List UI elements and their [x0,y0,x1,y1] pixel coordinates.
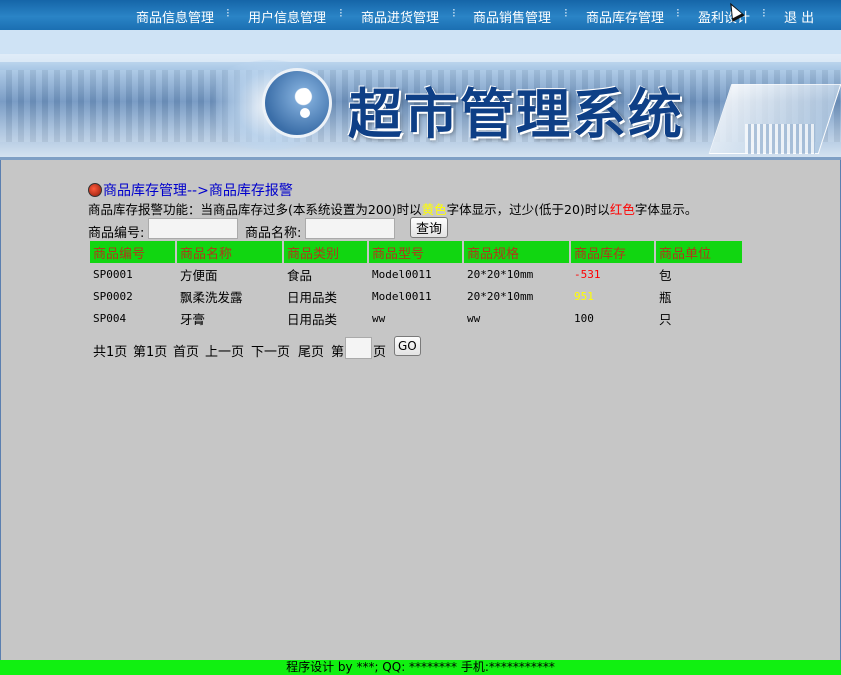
nav-purchase[interactable]: 商品进货管理 [361,7,439,26]
query-button[interactable]: 查询 [410,217,449,238]
breadcrumb-text: 商品库存管理-->商品库存报警 [103,183,293,199]
description-red-word: 红色 [609,202,635,217]
nav-separator: ⁝ [339,6,343,20]
nav-separator: ⁝ [226,6,230,20]
breadcrumb-bullet-icon [88,183,102,197]
banner-dot-icon [300,108,310,118]
go-button[interactable]: GO [394,336,421,356]
table-row: SP004 牙膏 日用品类 ww ww 100 只 [90,307,742,329]
description-text: 字体显示，过少(低于20)时以 [446,202,610,217]
cell-spec: 20*20*10mm [467,289,534,303]
product-code-label: 商品编号: [88,226,145,241]
banner-title: 超市管理系统 [348,82,684,146]
cell-code: SP0002 [93,289,133,303]
pager-goto-prefix: 第 [331,345,345,360]
banner: 超市管理系统 [0,30,841,160]
banner-orb-logo-icon [262,68,332,138]
cell-stock: 100 [574,311,594,325]
nav-separator: ⁝ [762,6,766,20]
nav-separator: ⁝ [452,6,456,20]
pager-total: 共1页 [93,345,128,360]
description-yellow-word: 黄色 [421,202,447,217]
pager-last-link[interactable]: 尾页 [298,341,324,360]
column-header: 商品名称 [177,241,282,263]
cell-unit: 只 [659,311,672,327]
nav-separator: ⁝ [676,6,680,20]
cell-unit: 包 [659,267,672,283]
cell-model: ww [372,311,386,325]
cell-stock: 951 [574,289,594,303]
product-code-input[interactable] [148,218,238,239]
description-text: 商品库存报警功能：当商品库存过多(本系统设置为200)时以 [88,202,422,217]
product-name-label: 商品名称: [245,226,302,241]
description-text: 字体显示。 [634,202,698,217]
nav-logout[interactable]: 退 出 [784,7,814,26]
column-header: 商品编号 [90,241,175,263]
cell-spec: 20*20*10mm [467,267,534,281]
footer: 程序设计 by ***; QQ: ******** 手机:*********** [0,660,841,675]
cell-name: 方便面 [180,267,218,283]
cell-category: 食品 [287,267,313,283]
cell-code: SP0001 [93,267,133,281]
nav-product-info[interactable]: 商品信息管理 [136,7,214,26]
banner-dot-icon [300,88,310,98]
column-header: 商品型号 [369,241,462,263]
column-header: 商品单位 [656,241,742,263]
table-header-row: 商品编号 商品名称 商品类别 商品型号 商品规格 商品库存 商品单位 [90,241,742,263]
column-header: 商品库存 [571,241,654,263]
cell-category: 日用品类 [287,289,338,305]
banner-decoration [0,54,841,62]
cell-model: Model0011 [372,289,432,303]
cell-spec: ww [467,311,481,325]
cell-unit: 瓶 [659,289,672,305]
alert-description: 商品库存报警功能：当商品库存过多(本系统设置为200)时以黄色字体显示，过少(低… [88,199,697,218]
pager-prev-link[interactable]: 上一页 [205,341,244,360]
stock-alert-table: 商品编号 商品名称 商品类别 商品型号 商品规格 商品库存 商品单位 SP000… [88,241,744,329]
cell-model: Model0011 [372,267,432,281]
column-header: 商品类别 [284,241,367,263]
column-header: 商品规格 [464,241,569,263]
table-row: SP0001 方便面 食品 Model0011 20*20*10mm -531 … [90,263,742,285]
cell-stock: -531 [574,267,601,281]
page-number-input[interactable] [345,337,372,359]
pager-first-link[interactable]: 首页 [173,341,199,360]
pager-current: 第1页 [133,345,168,360]
cell-category: 日用品类 [287,311,338,327]
nav-user-info[interactable]: 用户信息管理 [248,7,326,26]
product-name-input[interactable] [305,218,395,239]
banner-divider [0,157,841,160]
banner-decoration [745,124,815,154]
nav-inventory[interactable]: 商品库存管理 [586,7,664,26]
cell-name: 飘柔洗发露 [180,289,243,305]
cell-name: 牙膏 [180,311,206,327]
nav-sales[interactable]: 商品销售管理 [473,7,551,26]
pager-next-link[interactable]: 下一页 [251,341,290,360]
breadcrumb: 商品库存管理-->商品库存报警 [88,180,293,200]
top-nav: 商品信息管理 ⁝ 用户信息管理 ⁝ 商品进货管理 ⁝ 商品销售管理 ⁝ 商品库存… [0,0,841,30]
nav-separator: ⁝ [564,6,568,20]
table-row: SP0002 飘柔洗发露 日用品类 Model0011 20*20*10mm 9… [90,285,742,307]
cell-code: SP004 [93,311,127,325]
pager-goto-suffix: 页 [373,345,387,360]
